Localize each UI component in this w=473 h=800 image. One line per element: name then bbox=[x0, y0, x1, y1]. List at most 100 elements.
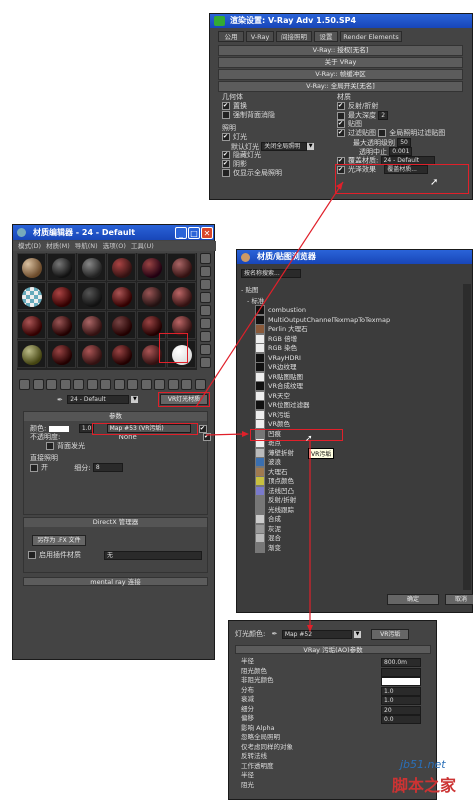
sample-slot[interactable] bbox=[17, 282, 46, 310]
sample-slot[interactable] bbox=[107, 311, 136, 339]
sample-slot[interactable] bbox=[47, 311, 76, 339]
tool-icon[interactable] bbox=[200, 344, 211, 355]
tool-icon[interactable] bbox=[194, 379, 206, 390]
tool-icon[interactable] bbox=[100, 379, 111, 390]
map-list-item[interactable]: 顶点颜色 bbox=[255, 476, 455, 486]
menu-item-2[interactable]: 导航(N) bbox=[75, 241, 98, 251]
rollout-license[interactable]: V-Ray:: 授权[无名] bbox=[218, 45, 463, 56]
map-list-item[interactable]: 合成 bbox=[255, 514, 455, 524]
sample-slot[interactable] bbox=[77, 253, 106, 281]
geometry-displacement[interactable]: 置换 bbox=[222, 101, 332, 111]
browser-search-input[interactable]: 按名称搜索... bbox=[241, 269, 301, 278]
tool-icon[interactable] bbox=[200, 279, 211, 290]
chevron-down-icon[interactable]: ▼ bbox=[131, 396, 139, 403]
sample-slot[interactable] bbox=[167, 253, 196, 281]
maps-toggle[interactable]: 贴图 bbox=[337, 119, 467, 129]
sample-slot[interactable] bbox=[17, 340, 46, 368]
chevron-down-icon[interactable]: ▼ bbox=[307, 143, 315, 150]
tool-icon[interactable] bbox=[19, 379, 30, 390]
sample-slot[interactable] bbox=[17, 253, 46, 281]
map-list-item[interactable]: Perlin 大理石 bbox=[255, 324, 455, 334]
dirt-params-rollout[interactable]: VRay 污垢(AO)参数 bbox=[235, 645, 431, 654]
save-fx-button[interactable]: 另存为 .FX 文件 bbox=[32, 535, 86, 546]
tab-4[interactable]: Render Elements bbox=[340, 31, 402, 42]
map-list-item[interactable]: 灰泥 bbox=[255, 523, 455, 534]
color-swatch[interactable] bbox=[48, 425, 69, 432]
map-list-item[interactable]: VR天空 bbox=[255, 390, 455, 401]
map-list-item[interactable]: VR边纹理 bbox=[255, 362, 455, 372]
map-list-item[interactable]: VRayHDRI bbox=[255, 352, 455, 363]
tool-icon[interactable] bbox=[59, 379, 71, 390]
tab-2[interactable]: 间接照明 bbox=[276, 31, 312, 42]
tool-icon[interactable] bbox=[73, 379, 84, 390]
tab-3[interactable]: 设置 bbox=[314, 31, 338, 42]
tool-icon[interactable] bbox=[200, 292, 211, 303]
material-name-field[interactable]: 24 - Default bbox=[67, 395, 130, 404]
plugin-dropdown[interactable]: 无 bbox=[104, 551, 202, 560]
pick-material-icon[interactable]: ✒ bbox=[57, 396, 65, 404]
mentalray-rollout[interactable]: mental ray 连接 bbox=[23, 577, 208, 586]
backface-checkbox[interactable] bbox=[222, 111, 230, 119]
tool-icon[interactable] bbox=[32, 379, 44, 390]
menu-item-3[interactable]: 选项(O) bbox=[103, 241, 126, 251]
map-list-item[interactable]: 渐变 bbox=[255, 542, 455, 553]
max-depth[interactable]: 最大深度 2 bbox=[337, 111, 467, 120]
map-list-item[interactable]: VR污垢 bbox=[255, 409, 455, 420]
pick-map-icon[interactable]: ✒ bbox=[272, 630, 280, 638]
cancel-button[interactable]: 取消 bbox=[445, 594, 473, 605]
menu-item-1[interactable]: 材质(M) bbox=[46, 241, 70, 251]
map-list-item[interactable]: 大理石 bbox=[255, 466, 455, 477]
enable-plugin-row[interactable]: 启用插件材质 bbox=[28, 551, 81, 560]
map-list-item[interactable]: VR合成纹理 bbox=[255, 381, 455, 391]
tool-icon[interactable] bbox=[46, 379, 57, 390]
tab-0[interactable]: 公用 bbox=[218, 31, 244, 42]
map-name-field[interactable]: Map #52 bbox=[281, 629, 352, 639]
sample-slot[interactable] bbox=[17, 311, 46, 339]
tool-icon[interactable] bbox=[200, 253, 211, 264]
tool-icon[interactable] bbox=[200, 331, 211, 342]
map-list-item[interactable]: 混合 bbox=[255, 533, 455, 543]
chevron-down-icon[interactable]: ▼ bbox=[354, 630, 362, 638]
browser-scrollbar[interactable] bbox=[463, 284, 471, 590]
sample-slot[interactable] bbox=[47, 282, 76, 310]
params-rollout[interactable]: 参数 bbox=[24, 412, 207, 421]
rollout-global-switches[interactable]: V-Ray:: 全局开关[无名] bbox=[218, 81, 463, 92]
tab-1[interactable]: V-Ray bbox=[246, 31, 274, 42]
map-list-item[interactable]: 光线跟踪 bbox=[255, 504, 455, 515]
tool-icon[interactable] bbox=[200, 305, 211, 316]
sample-slot[interactable] bbox=[77, 311, 106, 339]
map-list-item[interactable]: VR位图过滤器 bbox=[255, 400, 455, 410]
hidden-lights[interactable]: 隐藏灯光 bbox=[222, 150, 332, 160]
map-list-item[interactable]: VR颜色 bbox=[255, 419, 455, 429]
shadows[interactable]: 阴影 bbox=[222, 159, 332, 169]
map-list-item[interactable]: 波浪 bbox=[255, 457, 455, 467]
tool-icon[interactable] bbox=[200, 318, 211, 329]
rollout-framebuffer[interactable]: V-Ray:: 帧缓冲区 bbox=[218, 69, 463, 80]
sample-slot[interactable] bbox=[137, 253, 166, 281]
minimize-button[interactable]: _ bbox=[175, 227, 187, 239]
gi-only[interactable]: 仅显示全局照明 bbox=[222, 169, 332, 178]
browser-subsection[interactable]: - 标准 bbox=[247, 295, 264, 305]
map-type-button[interactable]: VR污垢 bbox=[371, 629, 410, 640]
sample-slot[interactable] bbox=[77, 340, 106, 368]
tool-icon[interactable] bbox=[113, 379, 125, 390]
sample-slot[interactable] bbox=[107, 253, 136, 281]
tool-icon[interactable] bbox=[200, 357, 211, 368]
tool-icon[interactable] bbox=[181, 379, 192, 390]
emit-backside[interactable]: 背面发光 bbox=[24, 442, 207, 451]
tool-icon[interactable] bbox=[154, 379, 165, 390]
reflect-refract[interactable]: 反射/折射 bbox=[337, 101, 467, 111]
tool-icon[interactable] bbox=[167, 379, 179, 390]
menu-item-0[interactable]: 模式(D) bbox=[18, 241, 41, 251]
map-list-item[interactable]: RGB 倍增 bbox=[255, 333, 455, 344]
tool-icon[interactable] bbox=[200, 266, 211, 277]
browser-section[interactable]: - 贴图 bbox=[241, 284, 258, 294]
filter-maps[interactable]: 过滤贴图 全局照明过滤贴图 bbox=[337, 128, 467, 138]
rollout-about[interactable]: 关于 VRay bbox=[218, 57, 463, 68]
map-list-item[interactable]: VR贴图贴图 bbox=[255, 371, 455, 382]
tool-icon[interactable] bbox=[140, 379, 152, 390]
sample-slot[interactable] bbox=[137, 282, 166, 310]
map-list-item[interactable]: RGB 染色 bbox=[255, 343, 455, 353]
displacement-checkbox[interactable] bbox=[222, 101, 230, 110]
default-lights-dropdown[interactable]: 关闭全局照明 bbox=[261, 142, 308, 151]
